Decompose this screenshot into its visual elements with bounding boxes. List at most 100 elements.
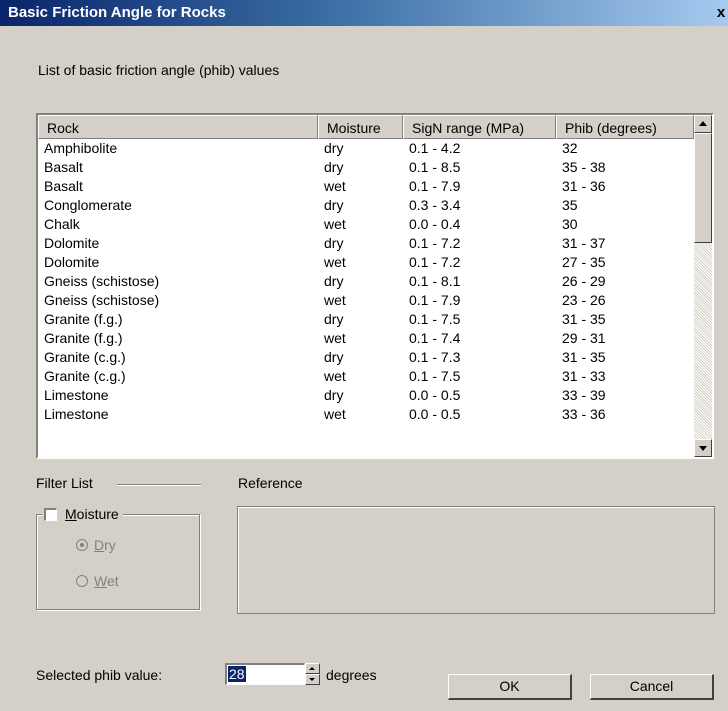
cancel-button[interactable]: Cancel <box>590 674 714 700</box>
table-row[interactable]: Chalk wet 0.0 - 0.4 30 <box>38 215 694 234</box>
cell-sign-range: 0.3 - 3.4 <box>409 197 461 213</box>
cell-sign-range: 0.1 - 7.4 <box>409 330 461 346</box>
degrees-unit-label: degrees <box>326 667 377 683</box>
scroll-thumb[interactable] <box>694 133 712 243</box>
arrow-down-icon <box>699 446 707 451</box>
spin-up-button[interactable] <box>305 663 320 674</box>
table-row[interactable]: Dolomite dry 0.1 - 7.2 31 - 37 <box>38 234 694 253</box>
table-row[interactable]: Limestone wet 0.0 - 0.5 33 - 36 <box>38 405 694 424</box>
cell-phib: 29 - 31 <box>562 330 606 346</box>
radio-dry-label: Dry <box>94 537 116 553</box>
cell-moisture: wet <box>324 330 346 346</box>
cell-moisture: wet <box>324 178 346 194</box>
cell-rock: Amphibolite <box>44 140 118 156</box>
cell-phib: 31 - 35 <box>562 311 606 327</box>
moisture-groupbox <box>36 514 200 610</box>
vertical-scrollbar[interactable] <box>694 115 712 457</box>
title-bar: Basic Friction Angle for Rocks x <box>0 0 728 26</box>
cell-moisture: dry <box>324 311 344 327</box>
table-row[interactable]: Basalt wet 0.1 - 7.9 31 - 36 <box>38 177 694 196</box>
cell-rock: Gneiss (schistose) <box>44 273 160 289</box>
reference-label: Reference <box>238 475 303 491</box>
cell-phib: 35 - 38 <box>562 159 606 175</box>
cell-moisture: dry <box>324 140 344 156</box>
cell-sign-range: 0.0 - 0.5 <box>409 406 461 422</box>
arrow-up-icon <box>699 121 707 126</box>
table-row[interactable]: Amphibolite dry 0.1 - 4.2 32 <box>38 139 694 158</box>
cell-moisture: wet <box>324 406 346 422</box>
cell-rock: Limestone <box>44 387 109 403</box>
cell-rock: Chalk <box>44 216 80 232</box>
cell-phib: 33 - 39 <box>562 387 606 403</box>
cell-moisture: dry <box>324 197 344 213</box>
cell-sign-range: 0.1 - 4.2 <box>409 140 461 156</box>
arrow-down-icon <box>309 678 315 681</box>
cell-sign-range: 0.1 - 7.5 <box>409 311 461 327</box>
cell-rock: Granite (f.g.) <box>44 330 123 346</box>
cell-moisture: dry <box>324 235 344 251</box>
table-row[interactable]: Granite (f.g.) wet 0.1 - 7.4 29 - 31 <box>38 329 694 348</box>
cell-moisture: wet <box>324 254 346 270</box>
column-header-sign-range[interactable]: SigN range (MPa) <box>403 115 556 139</box>
list-caption: List of basic friction angle (phib) valu… <box>38 62 280 78</box>
cell-moisture: dry <box>324 273 344 289</box>
cell-sign-range: 0.1 - 7.9 <box>409 292 461 308</box>
table-row[interactable]: Conglomerate dry 0.3 - 3.4 35 <box>38 196 694 215</box>
checkbox-box[interactable] <box>44 507 57 521</box>
column-header-rock[interactable]: Rock <box>38 115 318 139</box>
ok-button[interactable]: OK <box>448 674 572 700</box>
spin-down-button[interactable] <box>305 674 320 685</box>
cell-sign-range: 0.0 - 0.4 <box>409 216 461 232</box>
cell-phib: 35 <box>562 197 578 213</box>
moisture-checkbox[interactable]: Moisture <box>42 504 123 524</box>
table-row[interactable]: Basalt dry 0.1 - 8.5 35 - 38 <box>38 158 694 177</box>
table-row[interactable]: Limestone dry 0.0 - 0.5 33 - 39 <box>38 386 694 405</box>
cell-sign-range: 0.0 - 0.5 <box>409 387 461 403</box>
cell-moisture: wet <box>324 216 346 232</box>
cell-rock: Dolomite <box>44 235 100 251</box>
table-row[interactable]: Granite (c.g.) dry 0.1 - 7.3 31 - 35 <box>38 348 694 367</box>
cell-moisture: dry <box>324 387 344 403</box>
selected-phib-label: Selected phib value: <box>36 667 163 683</box>
radio-wet-indicator[interactable] <box>76 575 88 587</box>
radio-dry[interactable]: Dry <box>76 537 116 553</box>
window-title: Basic Friction Angle for Rocks <box>8 4 226 21</box>
phib-spinner[interactable] <box>305 663 320 685</box>
cell-rock: Basalt <box>44 178 83 194</box>
cell-phib: 31 - 33 <box>562 368 606 384</box>
reference-box <box>237 506 715 614</box>
table-row[interactable]: Granite (f.g.) dry 0.1 - 7.5 31 - 35 <box>38 310 694 329</box>
phib-value-input[interactable]: 28 <box>225 663 305 685</box>
cell-rock: Granite (c.g.) <box>44 368 126 384</box>
column-header-phib[interactable]: Phib (degrees) <box>556 115 694 139</box>
close-icon[interactable]: x <box>714 0 728 26</box>
table-row[interactable]: Dolomite wet 0.1 - 7.2 27 - 35 <box>38 253 694 272</box>
radio-wet[interactable]: Wet <box>76 573 119 589</box>
cell-phib: 31 - 35 <box>562 349 606 365</box>
cell-moisture: wet <box>324 368 346 384</box>
cell-phib: 33 - 36 <box>562 406 606 422</box>
rock-list[interactable]: Rock Moisture SigN range (MPa) Phib (deg… <box>36 113 714 459</box>
scroll-down-button[interactable] <box>694 439 712 457</box>
table-row[interactable]: Granite (c.g.) wet 0.1 - 7.5 31 - 33 <box>38 367 694 386</box>
phib-value[interactable]: 28 <box>228 666 246 682</box>
scroll-up-button[interactable] <box>694 115 712 133</box>
list-rows: Amphibolite dry 0.1 - 4.2 32 Basalt dry 0.1 - … <box>38 139 694 424</box>
radio-wet-label: Wet <box>94 573 119 589</box>
cell-rock: Basalt <box>44 159 83 175</box>
column-header-moisture[interactable]: Moisture <box>318 115 403 139</box>
cell-sign-range: 0.1 - 8.5 <box>409 159 461 175</box>
cell-sign-range: 0.1 - 7.5 <box>409 368 461 384</box>
radio-dry-indicator[interactable] <box>76 539 88 551</box>
table-row[interactable]: Gneiss (schistose) wet 0.1 - 7.9 23 - 26 <box>38 291 694 310</box>
cell-phib: 27 - 35 <box>562 254 606 270</box>
cell-rock: Dolomite <box>44 254 100 270</box>
table-row[interactable]: Gneiss (schistose) dry 0.1 - 8.1 26 - 29 <box>38 272 694 291</box>
cell-phib: 31 - 37 <box>562 235 606 251</box>
cell-rock: Limestone <box>44 406 109 422</box>
list-header: Rock Moisture SigN range (MPa) Phib (deg… <box>38 115 694 139</box>
cell-sign-range: 0.1 - 7.2 <box>409 254 461 270</box>
cell-rock: Conglomerate <box>44 197 132 213</box>
filter-divider <box>117 484 201 486</box>
cell-phib: 31 - 36 <box>562 178 606 194</box>
